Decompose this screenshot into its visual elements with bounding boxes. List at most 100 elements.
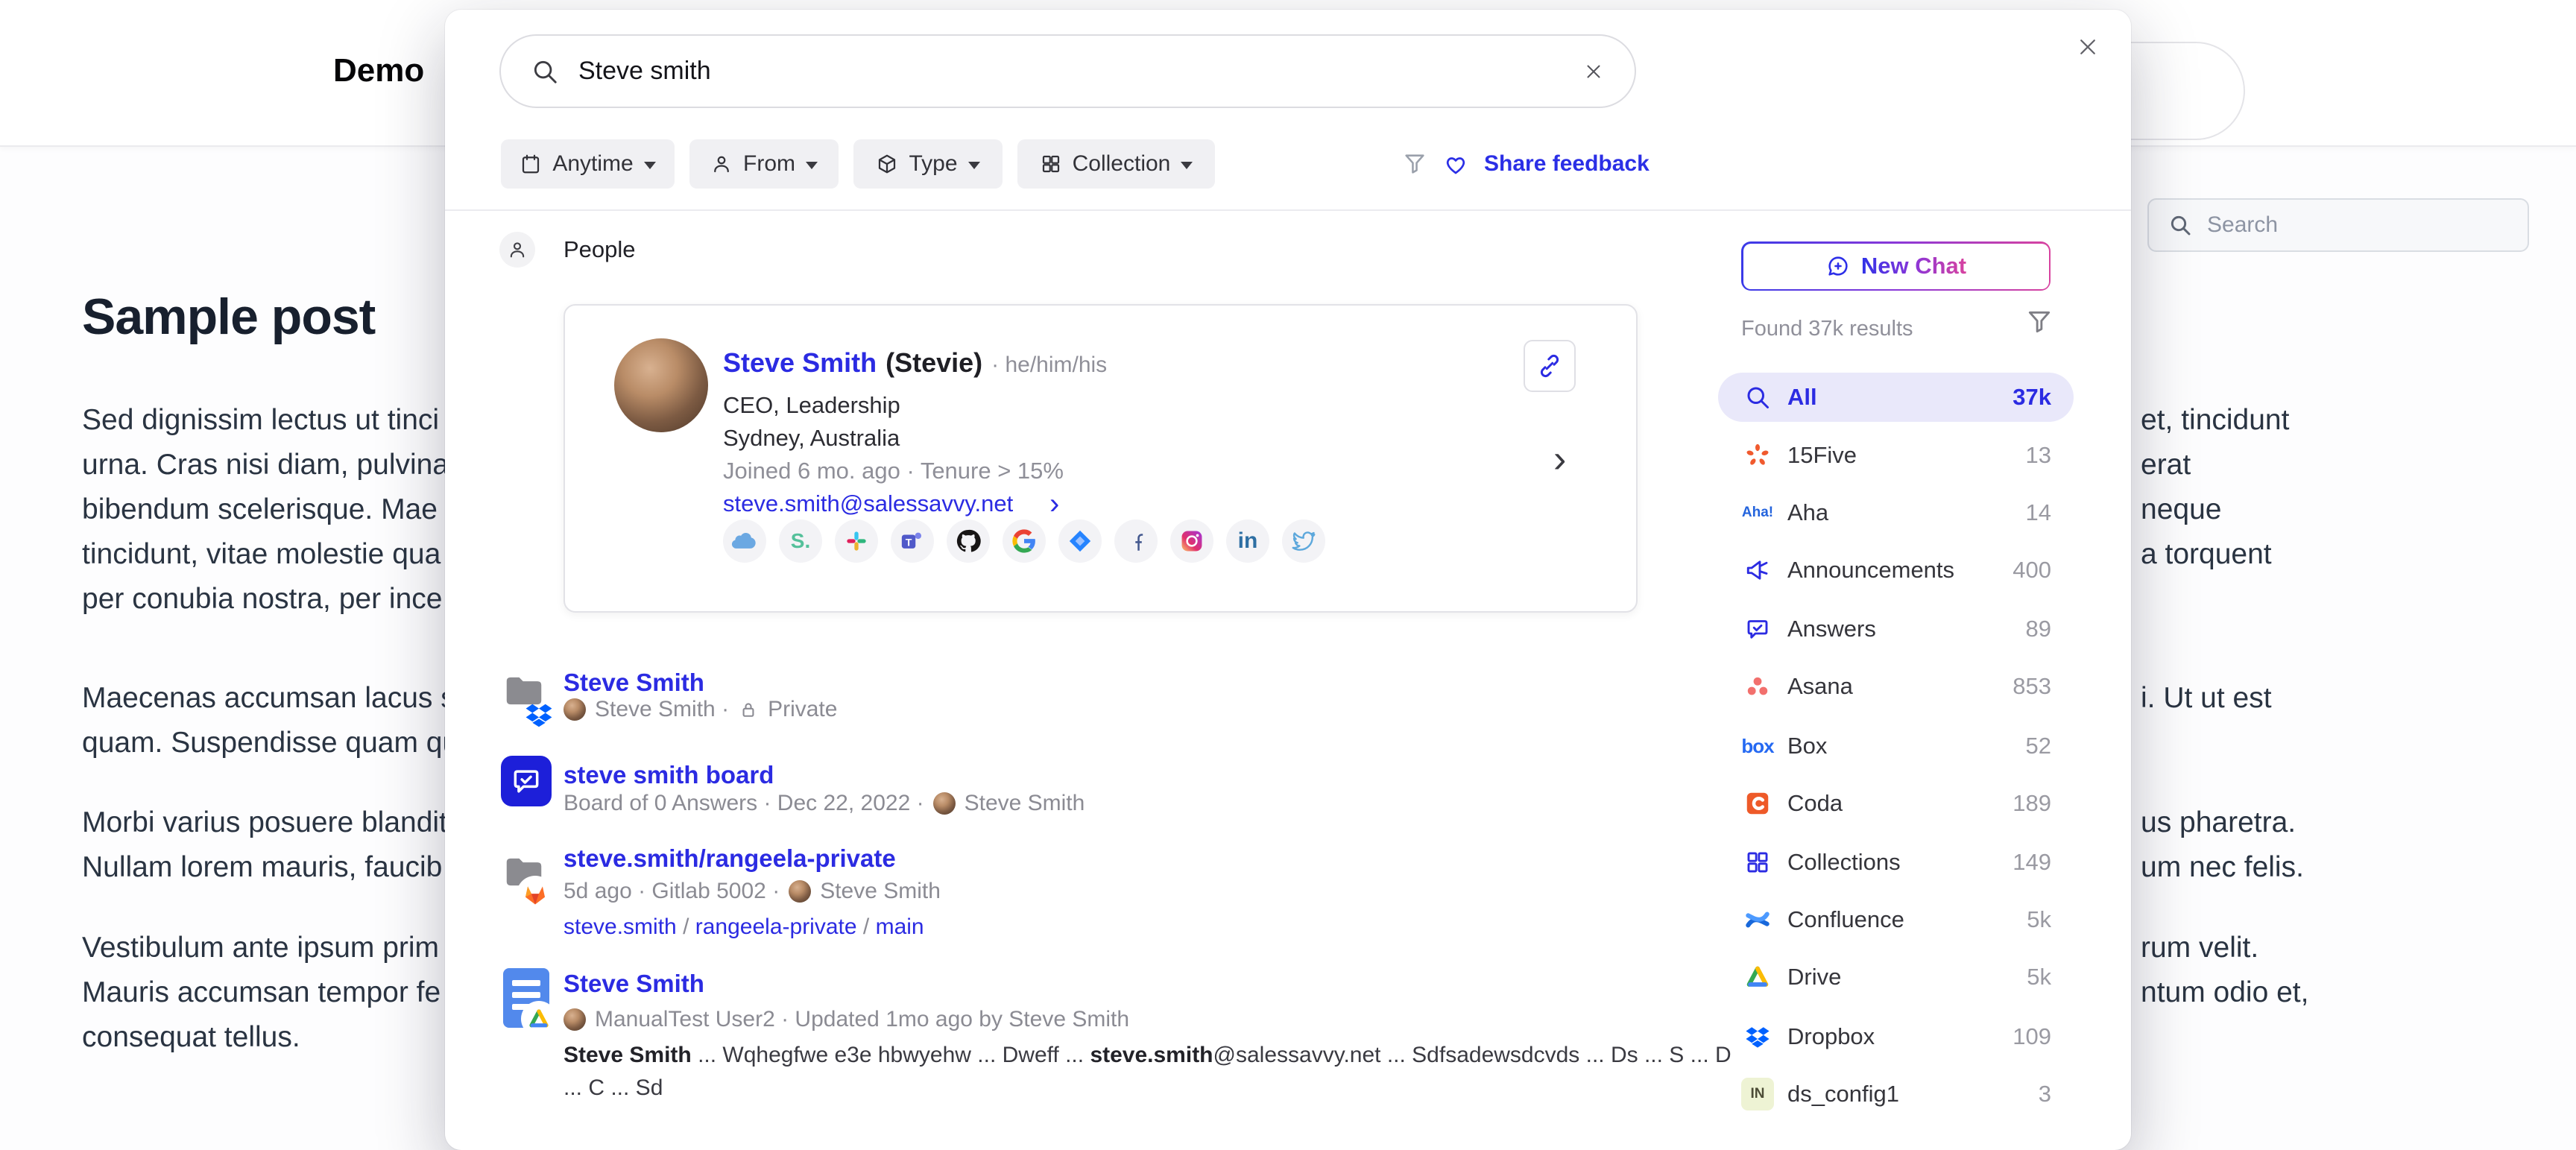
people-section-label: People <box>564 236 636 263</box>
calendar-icon <box>520 153 542 175</box>
avatar <box>933 792 956 815</box>
copy-link-button[interactable] <box>1524 340 1576 392</box>
avatar[interactable] <box>614 338 708 432</box>
page-search-input[interactable] <box>2207 212 2508 238</box>
clear-search-icon[interactable] <box>1582 60 1605 83</box>
source-filter-drive[interactable]: Drive 5k <box>1718 952 2074 1002</box>
search-modal: Anytime From Type Collection Share feedb… <box>445 10 2131 1150</box>
google-icon[interactable] <box>1003 519 1046 563</box>
answers-bubble-icon <box>1741 613 1774 645</box>
source-filter-aha[interactable]: Aha! Aha 14 <box>1718 488 2074 537</box>
svg-text:T: T <box>906 537 912 549</box>
person-location: Sydney, Australia <box>723 425 900 452</box>
brand-logo[interactable]: Demo <box>333 52 424 89</box>
person-job-title: CEO, Leadership <box>723 392 900 419</box>
source-filter-15five[interactable]: 15Five 13 <box>1718 431 2074 480</box>
source-filter-asana[interactable]: Asana 853 <box>1718 662 2074 711</box>
source-filter-confluence[interactable]: Confluence 5k <box>1718 895 2074 944</box>
heart-icon[interactable] <box>1442 151 1469 177</box>
page-search-box[interactable] <box>2147 198 2529 252</box>
person-name-link[interactable]: Steve Smith <box>723 347 877 379</box>
body-paragraph-fragment: rum velit. ntum odio et, <box>2141 926 2308 1015</box>
drive-badge-icon <box>523 1002 555 1035</box>
result-owner: Steve Smith · <box>595 697 729 722</box>
people-section-icon <box>499 232 535 268</box>
microsoft-teams-icon[interactable]: T <box>891 519 934 563</box>
source-filter-coda[interactable]: Coda 189 <box>1718 779 2074 828</box>
person-icon <box>710 153 733 175</box>
dropbox-icon <box>1741 1020 1774 1053</box>
salesforce-icon[interactable] <box>723 519 766 563</box>
divider <box>445 209 2131 211</box>
email-chevron-icon[interactable]: › <box>1049 489 1059 519</box>
person-card[interactable]: Steve Smith (Stevie) · he/him/his CEO, L… <box>564 304 1638 613</box>
instagram-icon[interactable] <box>1170 519 1213 563</box>
funnel-icon[interactable] <box>2025 308 2053 336</box>
expand-person-chevron-icon[interactable]: › <box>1553 437 1566 481</box>
chevron-down-icon <box>806 162 818 169</box>
result-snippet: Steve Smith ... Wqhegfwe e3e hbwyehw ...… <box>564 1043 1731 1068</box>
modal-search-box[interactable] <box>499 34 1636 108</box>
search-icon <box>2168 213 2192 237</box>
asana-icon <box>1741 670 1774 703</box>
filter-collection-button[interactable]: Collection <box>1017 139 1215 189</box>
result-meta: ManualTest User2 · Updated 1mo ago by St… <box>595 1007 1129 1032</box>
source-filter-answers[interactable]: Answers 89 <box>1718 604 2074 654</box>
filter-type-button[interactable]: Type <box>853 139 1003 189</box>
new-chat-button[interactable]: New Chat <box>1741 241 2051 291</box>
chevron-down-icon <box>968 162 980 169</box>
shortcut-s-icon[interactable]: S. <box>779 519 822 563</box>
share-feedback-link[interactable]: Share feedback <box>1484 151 1650 177</box>
chevron-down-icon <box>1181 162 1193 169</box>
results-count-label: Found 37k results <box>1741 317 1913 341</box>
lock-icon <box>738 699 759 720</box>
search-icon <box>1741 381 1774 414</box>
slack-icon[interactable] <box>835 519 878 563</box>
modal-search-input[interactable] <box>578 57 1563 86</box>
result-owner: Steve Smith <box>965 791 1085 816</box>
source-filter-ds-config1[interactable]: IN ds_config1 3 <box>1718 1070 2074 1119</box>
person-nickname: (Stevie) <box>886 347 982 379</box>
funnel-icon[interactable] <box>1402 151 1427 177</box>
dropbox-badge-icon <box>525 701 553 729</box>
result-meta: Board of 0 Answers · Dec 22, 2022 · <box>564 791 924 816</box>
source-filter-all[interactable]: All 37k <box>1718 373 2074 422</box>
person-meta: Joined 6 mo. ago · Tenure > 15% <box>723 458 1064 484</box>
coda-icon <box>1741 787 1774 820</box>
person-email-link[interactable]: steve.smith@salessavvy.net <box>723 490 1013 517</box>
source-filter-collections[interactable]: Collections 149 <box>1718 838 2074 887</box>
avatar <box>789 880 811 903</box>
filter-from-button[interactable]: From <box>689 139 839 189</box>
linkedin-icon[interactable]: in <box>1226 519 1269 563</box>
result-breadcrumb[interactable]: steve.smith / rangeela-private / main <box>564 914 924 940</box>
body-paragraph: Morbi varius posuere blandit Nullam lore… <box>82 800 447 890</box>
grid-icon <box>1040 153 1062 175</box>
drive-icon <box>1741 961 1774 993</box>
15five-icon <box>1741 439 1774 472</box>
social-links-row: S. T in <box>723 519 1325 563</box>
box-icon: box <box>1741 730 1774 762</box>
result-snippet: ... C ... Sd <box>564 1075 663 1101</box>
collections-grid-icon <box>1741 846 1774 879</box>
facebook-icon[interactable] <box>1114 519 1158 563</box>
body-paragraph: Vestibulum ante ipsum prim Mauris accums… <box>82 926 441 1060</box>
filter-anytime-button[interactable]: Anytime <box>501 139 675 189</box>
package-icon <box>876 153 898 175</box>
gem-icon[interactable] <box>1058 519 1102 563</box>
source-filter-box[interactable]: box Box 52 <box>1718 721 2074 771</box>
answers-board-icon <box>501 756 552 806</box>
result-owner: Steve Smith <box>820 879 941 904</box>
aha-icon: Aha! <box>1741 496 1774 529</box>
github-icon[interactable] <box>947 519 990 563</box>
close-icon[interactable] <box>2070 29 2106 65</box>
person-pronouns: · he/him/his <box>991 353 1107 378</box>
body-paragraph: Maecenas accumsan lacus s quam. Suspendi… <box>82 676 458 765</box>
body-paragraph-fragment: et, tincidunt erat neque a torquent <box>2141 398 2289 577</box>
page-title: Sample post <box>82 288 375 346</box>
confluence-icon <box>1741 903 1774 936</box>
avatar <box>564 698 586 721</box>
avatar <box>564 1008 586 1031</box>
source-filter-announcements[interactable]: Announcements 400 <box>1718 546 2074 595</box>
twitter-icon[interactable] <box>1282 519 1325 563</box>
source-filter-dropbox[interactable]: Dropbox 109 <box>1718 1012 2074 1061</box>
